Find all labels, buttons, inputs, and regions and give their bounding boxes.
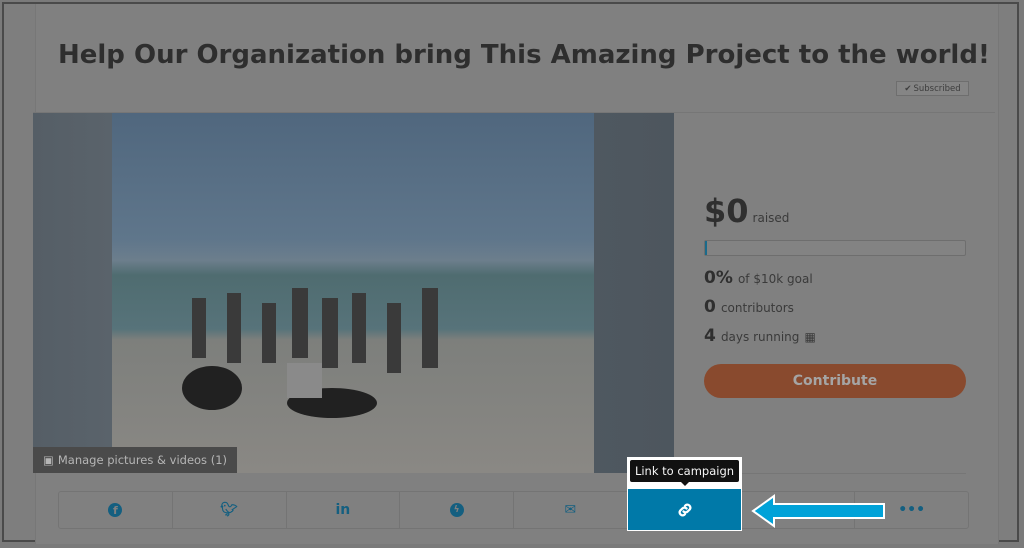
share-facebook-button[interactable]: f	[59, 492, 173, 528]
messenger-icon: ϟ	[449, 503, 464, 517]
days-stat: 4 days running ▦	[704, 326, 816, 346]
twitter-icon: 🐦︎	[220, 502, 239, 518]
share-messenger-button[interactable]: ϟ	[400, 492, 514, 528]
calendar-icon: ▦	[804, 330, 816, 344]
raised-stat: $0 raised	[704, 192, 790, 230]
email-icon: ✉	[564, 502, 577, 518]
progress-bar	[704, 240, 966, 256]
share-linkedin-button[interactable]: in	[287, 492, 401, 528]
share-email-button[interactable]: ✉	[514, 492, 628, 528]
campaign-media: ▣ Manage pictures & videos (1)	[33, 113, 674, 473]
share-twitter-button[interactable]: 🐦︎	[173, 492, 287, 528]
contribute-button[interactable]: Contribute	[704, 364, 966, 398]
pointer-arrow-icon	[751, 494, 885, 528]
tooltip: Link to campaign	[627, 457, 742, 489]
link-to-campaign-button[interactable]	[627, 489, 742, 531]
contributors-stat: 0 contributors	[704, 297, 794, 317]
facebook-icon: f	[108, 503, 123, 517]
link-icon	[678, 503, 691, 516]
subscribed-badge[interactable]: ✔ Subscribed	[896, 81, 969, 96]
campaign-photo	[112, 113, 594, 473]
check-icon: ✔	[904, 83, 912, 94]
page-title: Help Our Organization bring This Amazing…	[58, 40, 990, 70]
progress-fill	[705, 241, 708, 255]
manage-media-button[interactable]: ▣ Manage pictures & videos (1)	[33, 447, 237, 473]
goal-stat: 0% of $10k goal	[704, 268, 813, 288]
more-icon: •••	[898, 502, 926, 518]
image-icon: ▣	[43, 453, 54, 467]
group-photo-figures	[182, 288, 438, 418]
linkedin-icon: in	[335, 502, 351, 518]
